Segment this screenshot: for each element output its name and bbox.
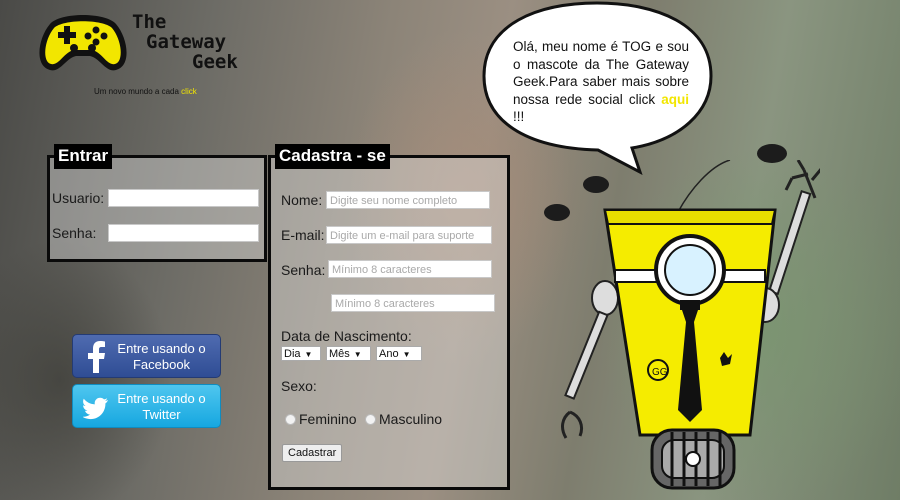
signup-password-input[interactable]: Mínimo 8 caracteres [328,260,492,278]
female-label: Feminino [299,411,357,427]
mascot-speech-end: !!! [513,109,525,124]
day-select-value: Dia [284,348,301,360]
email-label: E-mail: [281,227,325,243]
brand-name-line: The [132,11,167,33]
password-confirm-input[interactable]: Mínimo 8 caracteres [331,294,495,312]
year-select-value: Ano [379,348,399,360]
male-label: Masculino [379,411,443,427]
facebook-login-button[interactable]: Entre usando o Facebook [72,334,221,378]
twitter-login-button[interactable]: Entre usando o Twitter [72,384,221,428]
male-radio[interactable] [365,414,376,425]
birthdate-label: Data de Nascimento: [281,328,412,344]
mascot-speech: Olá, meu nome é TOG e sou o mascote da T… [513,38,689,126]
day-select[interactable]: Dia ▼ [281,346,321,361]
signup-title: Cadastra - se [275,144,390,169]
tagline-accent: click [181,87,197,96]
username-label: Usuario: [52,190,105,206]
brand-name: The Gateway Geek [132,12,282,72]
brand-name-line: Gateway [146,31,227,53]
twitter-login-label: Entre usando o Twitter [117,391,206,422]
mascot-robot-icon: GG [561,160,820,490]
female-radio[interactable] [285,414,296,425]
name-label: Nome: [281,192,323,208]
register-button[interactable]: Cadastrar [282,444,343,462]
username-input[interactable] [108,189,259,207]
robot-badge: GG [652,367,668,378]
month-select[interactable]: Mês ▼ [326,346,371,361]
signup-password-label: Senha: [281,262,326,278]
email-input[interactable]: Digite um e-mail para suporte [326,226,492,244]
facebook-icon [88,341,105,373]
chevron-down-icon: ▼ [353,350,362,359]
year-select[interactable]: Ano ▼ [376,346,422,361]
login-panel: Entrar [47,144,267,262]
twitter-bird-icon [83,397,108,420]
password-label: Senha: [52,225,97,241]
brand-name-line: Geek [192,51,238,73]
mascot-link[interactable]: aqui [661,92,689,107]
chevron-down-icon: ▼ [304,350,313,359]
chevron-down-icon: ▼ [402,350,411,359]
facebook-login-label: Entre usando o Facebook [117,341,206,372]
site-logo[interactable]: The Gateway Geek [36,8,266,98]
password-input[interactable] [108,224,259,242]
name-input[interactable]: Digite seu nome completo [326,191,490,209]
tagline: Um novo mundo a cada click [94,87,197,96]
sex-label: Sexo: [281,378,317,394]
gamepad-icon [39,15,127,71]
month-select-value: Mês [329,348,350,360]
login-title: Entrar [54,144,113,169]
tagline-text: Um novo mundo a cada [94,87,179,96]
